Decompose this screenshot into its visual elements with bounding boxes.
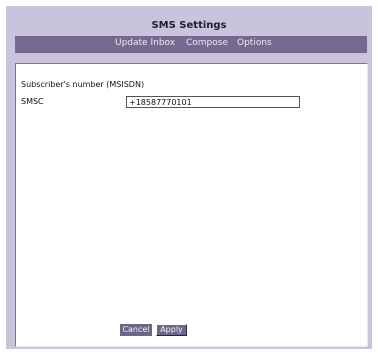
cancel-button[interactable]: Cancel	[120, 324, 152, 336]
nav-item-update-inbox[interactable]: Update Inbox	[115, 38, 175, 48]
nav-item-options[interactable]: Options	[237, 38, 272, 48]
nav-bar: Update Inbox Compose Options	[15, 36, 367, 53]
nav-item-compose[interactable]: Compose	[186, 38, 228, 48]
subscriber-number-label: Subscriber's number (MSISDN)	[21, 80, 145, 89]
settings-window: SMS Settings Update Inbox Compose Option…	[6, 6, 372, 349]
apply-button[interactable]: Apply	[156, 324, 187, 336]
smsc-label: SMSC	[21, 97, 44, 106]
settings-panel: Subscriber's number (MSISDN) SMSC Cancel…	[15, 63, 368, 347]
page-title: SMS Settings	[151, 20, 227, 31]
smsc-input[interactable]	[126, 96, 300, 108]
